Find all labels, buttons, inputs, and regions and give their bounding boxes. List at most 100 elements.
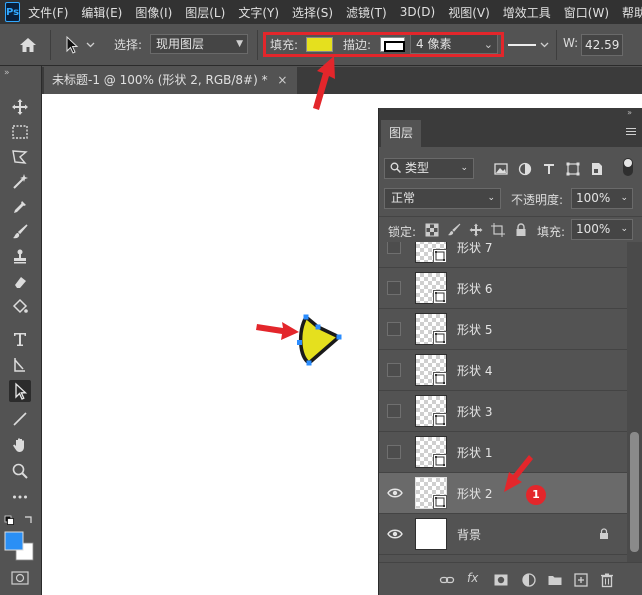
stroke-type-dropdown[interactable] [506,36,552,54]
eye-icon[interactable] [387,487,403,499]
vector-mask-icon [433,495,447,509]
tab-layers[interactable]: 图层 [381,120,422,147]
direct-selection-tool-preset-icon[interactable] [62,34,98,56]
new-group-icon[interactable] [547,572,563,588]
visibility-toggle[interactable] [387,363,401,377]
menu-window[interactable]: 窗口(W) [564,4,609,21]
document-tab[interactable]: 未标题-1 @ 100% (形状 2, RGB/8#) * × [44,67,298,94]
path-tool[interactable] [9,354,31,376]
layers-footer: fx [379,562,642,595]
line-tool[interactable] [9,408,31,430]
layer-row-shape-3[interactable]: 形状 3 [379,391,627,432]
layer-row-shape-7[interactable]: 形状 7 [379,242,627,268]
type-tool[interactable] [9,328,31,350]
filter-kind-dropdown[interactable]: 类型 ⌄ [384,158,474,179]
smart-object-filter-icon[interactable] [589,161,605,177]
visibility-toggle[interactable] [387,242,401,254]
lasso-tool[interactable] [9,146,31,168]
fill-opacity-label: 填充: [537,225,566,239]
menu-help[interactable]: 帮助(H) [622,4,642,21]
chevron-down-icon: ▼ [236,39,243,49]
magic-wand-tool[interactable] [9,171,31,193]
menu-type[interactable]: 文字(Y) [238,4,279,21]
marquee-tool[interactable] [9,121,31,143]
more-icon [13,495,27,499]
filter-toggle[interactable] [623,158,633,176]
lock-all-icon[interactable] [514,223,528,237]
panel-menu-icon[interactable] [626,128,636,137]
menu-layer[interactable]: 图层(L) [185,4,225,21]
shape-2-path[interactable] [294,312,350,368]
visibility-toggle[interactable] [387,445,401,459]
menu-view[interactable]: 视图(V) [448,4,490,21]
paint-bucket-tool[interactable] [9,296,31,318]
trash-icon[interactable] [599,572,615,588]
opacity-input[interactable]: 100% ⌄ [571,188,633,209]
collapse-panel-icon[interactable]: » [627,108,632,117]
chevron-down-icon: ⌄ [460,163,468,173]
lock-row: 锁定: 填充: 100% ⌄ [379,216,642,242]
visibility-toggle[interactable] [387,322,401,336]
eyedropper-tool[interactable] [9,196,31,218]
menu-filter[interactable]: 滤镜(T) [346,4,387,21]
fill-opacity-input[interactable]: 100% ⌄ [571,219,633,240]
width-input[interactable]: 42.59 [581,34,623,56]
type-filter-icon[interactable] [541,161,557,177]
menu-select[interactable]: 选择(S) [292,4,333,21]
layer-row-background[interactable]: 背景 [379,514,627,555]
menu-3d[interactable]: 3D(D) [400,5,435,19]
brush-tool[interactable] [9,221,31,243]
layer-name: 形状 1 [457,446,493,460]
stamp-tool[interactable] [9,246,31,268]
visibility-toggle[interactable] [387,281,401,295]
lock-artboard-icon[interactable] [491,223,505,237]
adjustment-filter-icon[interactable] [517,161,533,177]
eye-icon[interactable] [387,528,403,540]
lock-image-pixels-icon[interactable] [447,223,461,237]
layer-row-shape-4[interactable]: 形状 4 [379,350,627,391]
vector-mask-icon [433,413,447,427]
link-layers-icon[interactable] [439,572,455,588]
home-icon[interactable] [18,35,38,55]
lock-position-icon[interactable] [469,223,483,237]
visibility-toggle[interactable] [387,404,401,418]
fx-icon[interactable]: fx [467,571,478,585]
adjustment-layer-icon[interactable] [521,572,537,588]
document-tab-title: 未标题-1 @ 100% (形状 2, RGB/8#) * [52,73,268,87]
collapse-icon[interactable]: » [4,68,10,78]
lock-transparent-pixels-icon[interactable] [425,223,439,237]
anchor-point [306,360,312,366]
close-icon[interactable]: × [277,73,287,87]
move-tool[interactable] [9,96,31,118]
anchor-point [303,314,309,320]
hand-tool[interactable] [9,434,31,456]
magic-wand-icon [13,174,28,189]
options-separator [556,30,557,60]
pixel-filter-icon[interactable] [493,161,509,177]
menu-edit[interactable]: 编辑(E) [81,4,122,21]
direct-selection-tool[interactable] [9,380,31,402]
layer-row-shape-6[interactable]: 形状 6 [379,268,627,309]
vector-mask-icon [433,372,447,386]
menu-file[interactable]: 文件(F) [28,4,68,21]
blend-mode-dropdown[interactable]: 正常 ⌄ [384,188,501,209]
add-mask-icon[interactable] [493,572,509,588]
menu-plugins[interactable]: 增效工具 [503,4,551,21]
layer-row-shape-5[interactable]: 形状 5 [379,309,627,350]
layers-scrollbar[interactable] [627,242,642,562]
more-tools[interactable] [9,486,31,508]
shape-filter-icon[interactable] [565,161,581,177]
color-swatches[interactable] [4,514,36,564]
scrollbar-thumb[interactable] [630,432,639,552]
quick-mask-icon[interactable] [11,571,29,585]
zoom-tool[interactable] [9,460,31,482]
new-layer-icon[interactable] [573,572,589,588]
layer-name: 背景 [457,528,482,542]
photoshop-logo: Ps [5,2,21,22]
layer-row-shape-1[interactable]: 形状 1 [379,432,627,473]
vector-mask-icon [433,454,447,468]
menu-image[interactable]: 图像(I) [135,4,172,21]
select-mode-dropdown[interactable]: 现用图层 ▼ [150,34,248,54]
layer-row-shape-2[interactable]: 形状 2 [379,473,627,514]
eraser-tool[interactable] [9,271,31,293]
